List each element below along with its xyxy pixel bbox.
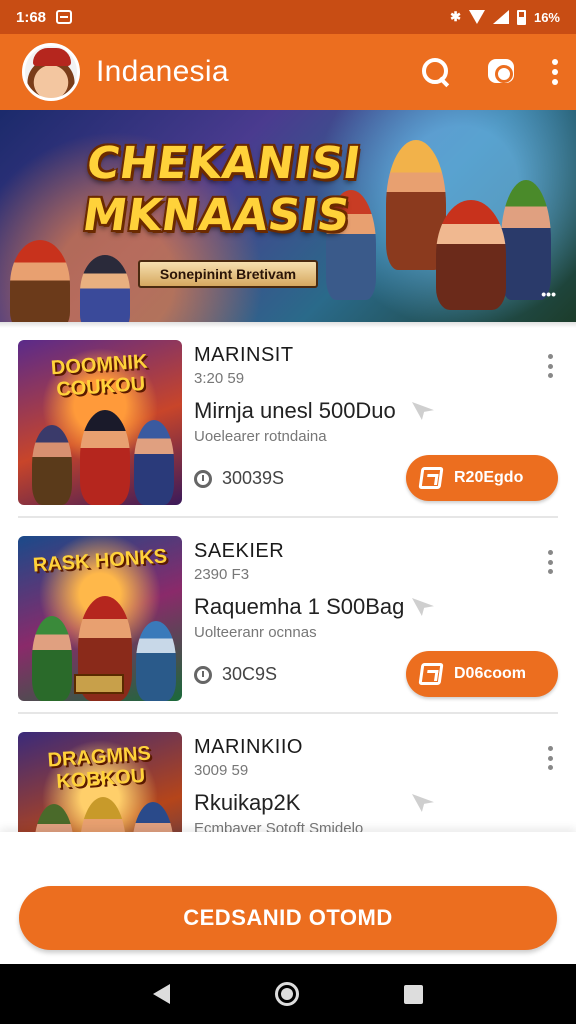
more-vert-icon[interactable] <box>552 59 560 85</box>
clock-icon <box>194 469 212 488</box>
card-description: Rkuikap2K <box>194 790 301 815</box>
card-caption: Ecmbaver Sotoft Smidelo <box>194 820 364 832</box>
status-time: 1:68 <box>16 8 47 26</box>
game-thumbnail[interactable]: DRAGMNS KOBKOU <box>18 732 182 832</box>
banner-title-line2: MKNAASIS <box>79 190 354 241</box>
banner-title: CHEKANISI MKNAASIS <box>73 138 368 242</box>
card-subtitle: 3:20 59 <box>194 370 245 387</box>
list-item[interactable]: RASK HONKS SAEKIER 2390 F3 Raquemha 1 S0… <box>0 518 576 714</box>
back-icon[interactable] <box>152 984 170 1004</box>
recents-icon[interactable] <box>404 984 424 1004</box>
card-meta: 30039S <box>194 468 284 489</box>
status-icons: ✱ 16% <box>450 9 560 25</box>
card-action-label: D06coom <box>454 665 527 682</box>
thumbnail-title: DRAGMNS KOBKOU <box>46 742 152 794</box>
card-action-label: R20Egdo <box>454 469 524 486</box>
more-vert-icon[interactable] <box>548 550 554 574</box>
signal-icon <box>492 10 509 24</box>
wifi-icon <box>468 10 485 24</box>
primary-cta-button[interactable]: CEDSANID OTOMD <box>19 886 557 950</box>
card-meta-value: 30C9S <box>222 664 278 684</box>
banner-title-line1: CHEKANISI <box>83 138 364 189</box>
notification-app-icon <box>56 10 73 24</box>
card-description: Mirnja unesl 500Duo <box>194 398 396 423</box>
search-icon[interactable] <box>420 56 452 88</box>
bluetooth-icon: ✱ <box>450 9 461 24</box>
page-title: Indanesia <box>96 55 229 88</box>
thumbnail-title: DOOMNIK COUKOU <box>50 350 149 402</box>
battery-percent: 16% <box>533 9 560 25</box>
card-caption: Uolteeranr ocnnas <box>194 624 317 641</box>
game-thumbnail[interactable]: RASK HONKS <box>18 536 182 701</box>
clock-icon <box>194 665 212 684</box>
card-subtitle: 2390 F3 <box>194 566 250 583</box>
cart-icon <box>418 467 444 489</box>
banner-page-indicator: ••• <box>541 286 556 302</box>
battery-icon <box>516 9 526 25</box>
screen: 1:68 ✱ 16% Indanesia CHEKANISI MKNAASIS … <box>0 0 576 1024</box>
card-meta: 30C9S <box>194 664 277 685</box>
app-bar: Indanesia <box>0 34 576 110</box>
game-thumbnail[interactable]: DOOMNIK COUKOU <box>18 340 182 505</box>
card-meta-value: 30039S <box>222 468 285 488</box>
system-nav-bar <box>0 964 576 1024</box>
chat-icon[interactable] <box>486 56 518 88</box>
share-icon[interactable] <box>412 402 434 420</box>
status-bar: 1:68 ✱ 16% <box>0 0 576 34</box>
cart-icon <box>418 663 444 685</box>
thumbnail-title: RASK HONKS <box>32 545 168 577</box>
avatar[interactable] <box>22 43 80 101</box>
home-icon[interactable] <box>274 982 299 1006</box>
hero-banner[interactable]: CHEKANISI MKNAASIS Sonepinint Bretivam •… <box>0 110 576 322</box>
list-item[interactable]: DRAGMNS KOBKOU MARINKIIO 3009 59 Rkuikap… <box>0 714 576 832</box>
card-subtitle: 3009 59 <box>194 762 249 779</box>
card-title: MARINKIIO <box>194 736 303 758</box>
card-action-button[interactable]: R20Egdo <box>406 455 558 501</box>
more-vert-icon[interactable] <box>548 746 554 770</box>
bottom-action-area: CEDSANID OTOMD <box>0 832 576 964</box>
card-title: MARINSIT <box>194 344 294 366</box>
card-description: Raquemha 1 S00Bag <box>194 594 405 619</box>
share-icon[interactable] <box>412 794 434 812</box>
share-icon[interactable] <box>412 598 434 616</box>
game-list: DOOMNIK COUKOU MARINSIT 3:20 59 Mirnja u… <box>0 322 576 832</box>
app-actions <box>420 56 560 88</box>
card-caption: Uoelearer rotndaina <box>194 428 327 445</box>
card-title: SAEKIER <box>194 540 285 562</box>
banner-subtitle: Sonepinint Bretivam <box>138 260 318 288</box>
list-item[interactable]: DOOMNIK COUKOU MARINSIT 3:20 59 Mirnja u… <box>0 322 576 518</box>
card-action-button[interactable]: D06coom <box>406 651 558 697</box>
more-vert-icon[interactable] <box>548 354 554 378</box>
